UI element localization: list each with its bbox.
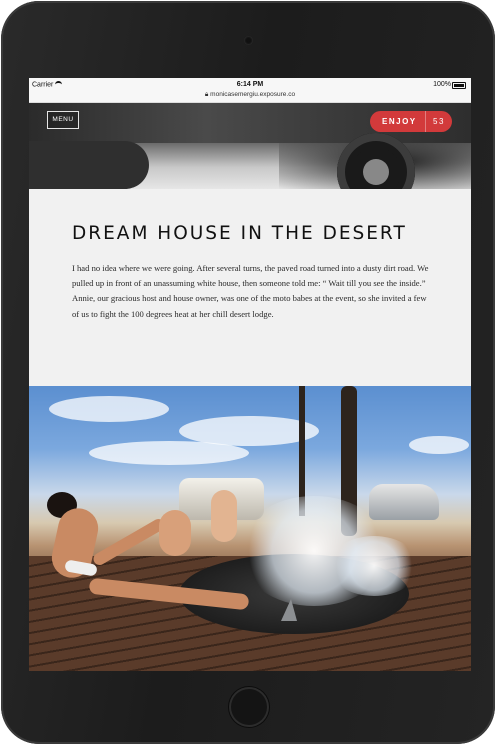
article-title: DREAM HOUSE IN THE DESERT	[72, 223, 407, 244]
cloud	[409, 436, 469, 454]
battery-percentage: 100%	[433, 81, 451, 88]
clock: 6:14 PM	[236, 81, 264, 88]
front-camera	[244, 36, 253, 45]
standing-person	[211, 490, 237, 542]
enjoy-button[interactable]: ENJOY 53	[370, 111, 452, 132]
tablet-device-frame: Carrier 6:14 PM 100% 🔒︎ monicasemergiu.e…	[1, 1, 495, 744]
article-body: I had no idea where we were going. After…	[72, 263, 429, 319]
airstream-trailer	[369, 484, 439, 520]
enjoy-count: 53	[425, 111, 452, 132]
enjoy-label: ENJOY	[382, 117, 417, 126]
cloud	[49, 396, 169, 422]
home-button[interactable]	[229, 687, 269, 727]
water-splash	[329, 536, 419, 596]
battery-icon	[452, 82, 466, 89]
desert-pool-photo	[29, 386, 471, 671]
menu-button[interactable]: MENU	[47, 111, 79, 129]
shark-fin-float	[281, 599, 297, 621]
address-bar[interactable]: 🔒︎ monicasemergiu.exposure.co	[29, 91, 471, 99]
header-photo-shape	[29, 141, 149, 189]
cloud	[89, 441, 249, 465]
url-text: monicasemergiu.exposure.co	[210, 91, 296, 98]
status-bar: Carrier 6:14 PM 100% 🔒︎ monicasemergiu.e…	[29, 78, 471, 103]
browser-screen: Carrier 6:14 PM 100% 🔒︎ monicasemergiu.e…	[29, 78, 471, 671]
seated-person	[159, 510, 191, 556]
wheel-hub	[363, 159, 389, 185]
header-photo: MENU ENJOY 53	[29, 103, 471, 189]
